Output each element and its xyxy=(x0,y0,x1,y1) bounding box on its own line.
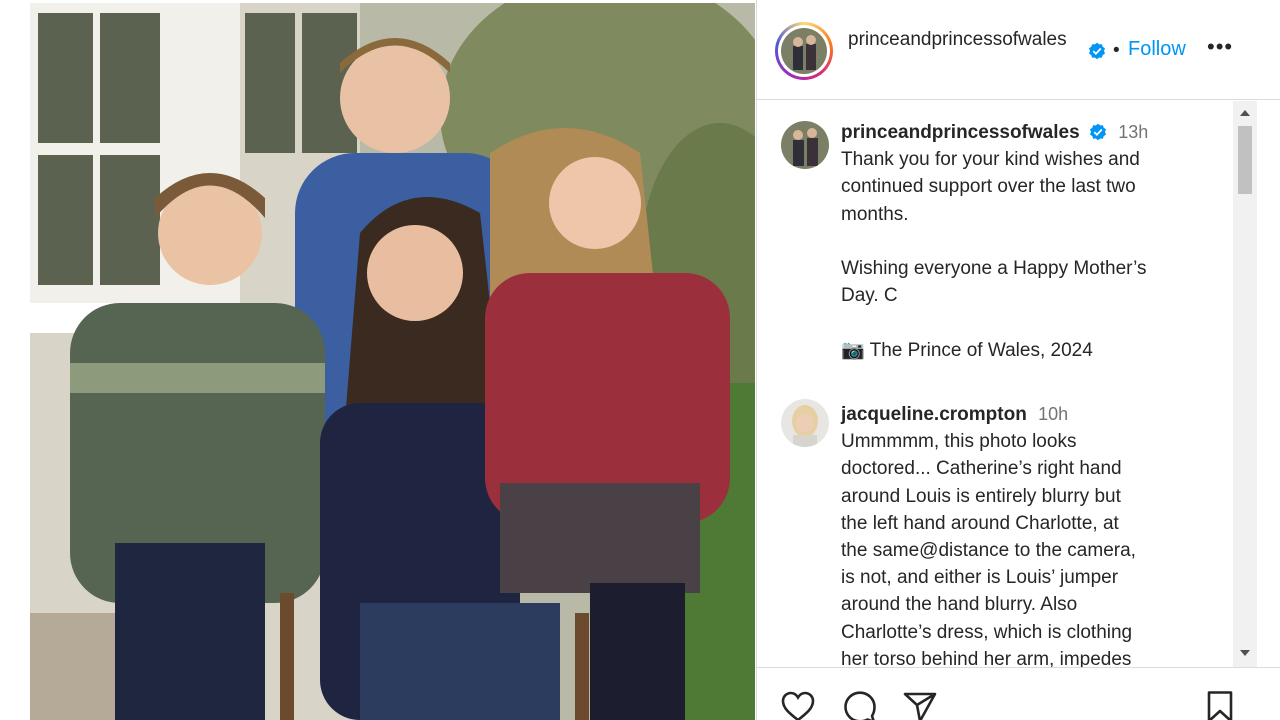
comment-text-line: doctored... Catherine’s right hand xyxy=(841,458,1122,480)
commenter-avatar-image xyxy=(781,399,829,447)
share-icon[interactable] xyxy=(903,690,937,720)
scrollbar-thumb[interactable] xyxy=(1238,126,1252,194)
comments-list[interactable]: princeandprincessofwales 13h Thank you f… xyxy=(757,101,1233,667)
commenter-avatar[interactable] xyxy=(781,399,829,447)
post-header: princeandprincessofwales • Follow ••• xyxy=(757,0,1280,100)
caption-text-line: Day. C xyxy=(841,285,898,307)
comment-text-line: around the hand blurry. Also xyxy=(841,594,1078,616)
comment-time: 10h xyxy=(1038,404,1069,424)
post-side-panel: princeandprincessofwales • Follow ••• pr… xyxy=(756,0,1280,720)
caption-text-line: continued support over the last two xyxy=(841,176,1136,198)
caption-avatar[interactable] xyxy=(781,121,829,169)
more-options-icon[interactable]: ••• xyxy=(1207,34,1233,60)
comment-text-line: Ummmmm, this photo looks xyxy=(841,431,1077,453)
verified-icon xyxy=(1089,42,1105,60)
verified-icon xyxy=(1089,123,1106,141)
comment-text-line: her torso behind her arm, impedes xyxy=(841,648,1132,667)
scroll-down-arrow-icon[interactable] xyxy=(1240,650,1250,656)
header-separator: • xyxy=(1113,40,1120,61)
comment-text-line: the same@distance to the camera, xyxy=(841,540,1136,562)
family-photo-image xyxy=(30,3,755,720)
caption-credit: 📷 The Prince of Wales, 2024 xyxy=(841,339,1093,361)
caption-username[interactable]: princeandprincessofwales xyxy=(841,122,1080,143)
commenter-username[interactable]: jacqueline.crompton xyxy=(841,404,1027,425)
comment-icon[interactable] xyxy=(843,690,877,720)
bookmark-icon[interactable] xyxy=(1203,690,1237,720)
author-avatar[interactable] xyxy=(775,22,833,80)
post-photo[interactable] xyxy=(30,3,755,720)
comments-scrollbar[interactable] xyxy=(1233,101,1257,667)
post-actions-bar xyxy=(757,667,1280,720)
caption-text-line: Wishing everyone a Happy Mother’s xyxy=(841,258,1147,279)
scroll-up-arrow-icon[interactable] xyxy=(1240,110,1250,116)
follow-button[interactable]: Follow xyxy=(1128,38,1186,61)
author-username[interactable]: princeandprincessofwales xyxy=(848,28,1084,52)
caption-time: 13h xyxy=(1118,122,1149,142)
comment-text-line: is not, and either is Louis’ jumper xyxy=(841,567,1119,589)
author-avatar-image xyxy=(781,28,827,74)
caption-avatar-image xyxy=(781,121,829,169)
comment-text-line: the left hand around Charlotte, at xyxy=(841,512,1119,534)
caption-text-line: months. xyxy=(841,203,909,225)
heart-icon[interactable] xyxy=(781,690,815,720)
comment-text-line: around Louis is entirely blurry but xyxy=(841,485,1121,507)
comment-text-line: Charlotte’s dress, which is clothing xyxy=(841,621,1133,643)
caption-text-line: Thank you for your kind wishes and xyxy=(841,149,1140,171)
